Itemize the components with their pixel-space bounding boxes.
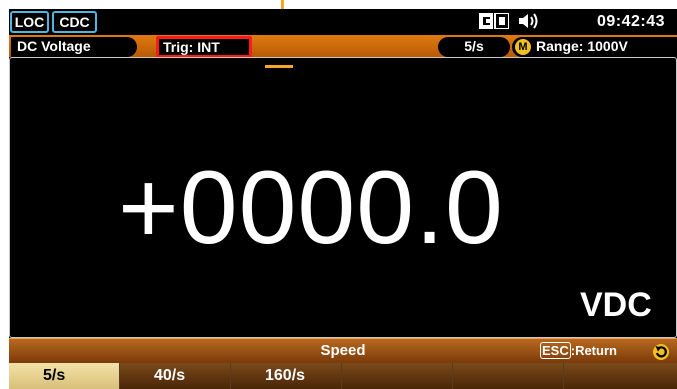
esc-action-label: :Return — [570, 343, 617, 358]
esc-key-label: ESC — [540, 342, 571, 359]
softkey-speed-160[interactable]: 160/s — [231, 363, 342, 389]
esc-return-hint[interactable]: ESC:Return — [540, 341, 617, 361]
softkey-speed-40[interactable]: 40/s — [120, 363, 231, 389]
return-icon[interactable] — [652, 343, 670, 361]
trigger-mode-label: Trig: INT — [156, 36, 252, 58]
softkey-4[interactable] — [342, 363, 453, 389]
main-reading: +0000.0 — [118, 150, 504, 266]
clock: 09:42:43 — [597, 13, 666, 30]
softkey-speed-5[interactable]: 5/s — [9, 363, 120, 389]
instrument-screen: LOC CDC 09:42:43 DC Voltage Trig: INT 5/… — [9, 9, 677, 389]
lan-icon — [479, 13, 509, 29]
measurement-panel: +0000.0 VDC — [9, 57, 677, 338]
range-label: Range: 1000V — [512, 37, 677, 57]
speaker-icon — [519, 13, 538, 29]
manual-range-icon: M — [515, 39, 531, 55]
loc-badge: LOC — [10, 11, 49, 33]
cdc-badge: CDC — [52, 11, 97, 33]
reading-unit: VDC — [580, 286, 652, 324]
softkey-6[interactable] — [564, 363, 677, 389]
menu-title-bar: Speed ESC:Return — [9, 338, 677, 363]
sample-rate-label: 5/s — [438, 37, 510, 57]
softkey-5[interactable] — [453, 363, 564, 389]
softkey-bar: 5/s 40/s 160/s — [9, 363, 677, 389]
measurement-mode-label: DC Voltage — [11, 37, 137, 57]
info-row: DC Voltage Trig: INT 5/s Range: 1000V M — [9, 35, 677, 58]
